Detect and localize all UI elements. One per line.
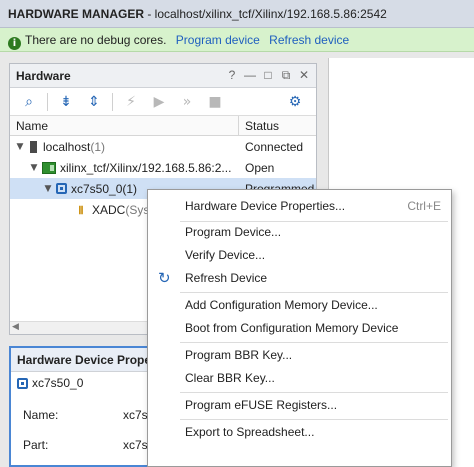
row-count: (1): [122, 181, 138, 196]
chevron-down-icon[interactable]: ▼: [42, 184, 54, 194]
title-path: - localhost/xilinx_tcf/Xilinx/192.168.5.…: [144, 7, 387, 21]
property-key: Part:: [23, 438, 49, 452]
context-menu: Hardware Device Properties... Ctrl+E Pro…: [147, 189, 452, 467]
chip-icon: [17, 377, 28, 389]
xadc-icon: Ⅱ: [78, 203, 84, 217]
minimize-icon[interactable]: —: [244, 68, 256, 83]
menu-item-refresh-device[interactable]: ↻ Refresh Device: [148, 267, 451, 289]
program-device-link[interactable]: Program device: [176, 33, 260, 47]
collapse-all-icon[interactable]: ⇟: [53, 91, 79, 113]
expand-all-icon[interactable]: ⇕: [81, 91, 107, 113]
menu-item-device-properties[interactable]: Hardware Device Properties... Ctrl+E: [148, 195, 451, 217]
refresh-device-link[interactable]: Refresh device: [269, 33, 349, 47]
info-bar: i There are no debug cores. Program devic…: [0, 28, 474, 52]
close-icon[interactable]: ✕: [298, 68, 310, 83]
help-icon[interactable]: ?: [226, 68, 238, 83]
menu-separator: [180, 419, 448, 420]
menu-item-label: Add Configuration Memory Device...: [185, 298, 378, 312]
panel-title: Hardware: [16, 69, 71, 83]
menu-item-label: Program eFUSE Registers...: [185, 398, 338, 412]
property-key: Name:: [23, 408, 59, 422]
row-name: XADC: [92, 202, 126, 217]
menu-item-add-config-memory[interactable]: Add Configuration Memory Device...: [148, 294, 451, 316]
chevron-down-icon[interactable]: ▼: [14, 142, 26, 152]
row-count: (1): [90, 139, 106, 154]
maximize-icon[interactable]: □: [262, 68, 274, 83]
menu-item-label: Program BBR Key...: [185, 348, 293, 362]
menu-separator: [180, 342, 448, 343]
column-header-name[interactable]: Name: [10, 116, 239, 135]
hardware-toolbar: ⌕ ⇟ ⇕ ⚡ ▶ » ■ ⚙: [10, 88, 316, 116]
menu-separator: [180, 292, 448, 293]
tree-row-localhost[interactable]: ▼ localhost (1) Connected: [10, 136, 316, 157]
tree-row-target[interactable]: ▼ xilinx_tcf/Xilinx/192.168.5.86:2... Ope…: [10, 157, 316, 178]
toolbar-divider: [47, 92, 48, 111]
auto-connect-icon[interactable]: ⚡: [118, 91, 144, 113]
chevron-left-icon[interactable]: ◀: [12, 322, 19, 332]
device-name: xc7s50_0: [32, 376, 84, 390]
board-icon: [42, 161, 56, 174]
menu-item-shortcut: Ctrl+E: [407, 199, 441, 213]
refresh-icon: ↻: [158, 269, 171, 287]
menu-item-label: Refresh Device: [185, 271, 268, 285]
menu-item-program-bbr-key[interactable]: Program BBR Key...: [148, 344, 451, 366]
row-name: xc7s50_0: [71, 181, 123, 196]
gear-icon[interactable]: ⚙: [282, 91, 308, 113]
menu-item-boot-config-memory[interactable]: Boot from Configuration Memory Device: [148, 317, 451, 339]
info-message: There are no debug cores.: [25, 33, 167, 47]
menu-item-verify-device[interactable]: Verify Device...: [148, 244, 451, 266]
computer-icon: [30, 140, 37, 153]
info-icon: i: [8, 37, 21, 50]
menu-item-label: Clear BBR Key...: [185, 371, 275, 385]
menu-item-label: Program Device...: [185, 225, 282, 239]
row-status: Connected: [245, 139, 304, 154]
tree-header: Name Status: [10, 116, 316, 136]
chevron-down-icon[interactable]: ▼: [28, 163, 40, 173]
menu-item-label: Export to Spreadsheet...: [185, 425, 315, 439]
row-name: localhost: [43, 139, 91, 154]
menu-item-export-spreadsheet[interactable]: Export to Spreadsheet...: [148, 421, 451, 443]
menu-item-label: Verify Device...: [185, 248, 266, 262]
row-status: Open: [245, 160, 275, 175]
column-header-status[interactable]: Status: [239, 116, 316, 135]
menu-item-program-device[interactable]: Program Device...: [148, 221, 451, 243]
float-icon[interactable]: ⧉: [280, 68, 292, 83]
menu-item-program-efuse[interactable]: Program eFUSE Registers...: [148, 394, 451, 416]
menu-item-label: Boot from Configuration Memory Device: [185, 321, 399, 335]
search-icon[interactable]: ⌕: [16, 91, 42, 113]
run-trigger-icon[interactable]: ▶: [146, 91, 172, 113]
menu-separator: [180, 392, 448, 393]
window-title-bar: HARDWARE MANAGER - localhost/xilinx_tcf/…: [0, 0, 474, 28]
hardware-panel-header: Hardware ? — □ ⧉ ✕: [10, 64, 316, 88]
row-name: xilinx_tcf/Xilinx/192.168.5.86:2...: [60, 160, 232, 175]
toolbar-divider: [112, 92, 113, 111]
menu-item-label: Hardware Device Properties...: [185, 199, 346, 213]
chip-icon: [56, 183, 67, 194]
menu-item-clear-bbr-key[interactable]: Clear BBR Key...: [148, 367, 451, 389]
run-immediate-icon[interactable]: »: [174, 91, 200, 113]
title: HARDWARE MANAGER: [8, 7, 144, 21]
stop-icon[interactable]: ■: [202, 91, 228, 113]
